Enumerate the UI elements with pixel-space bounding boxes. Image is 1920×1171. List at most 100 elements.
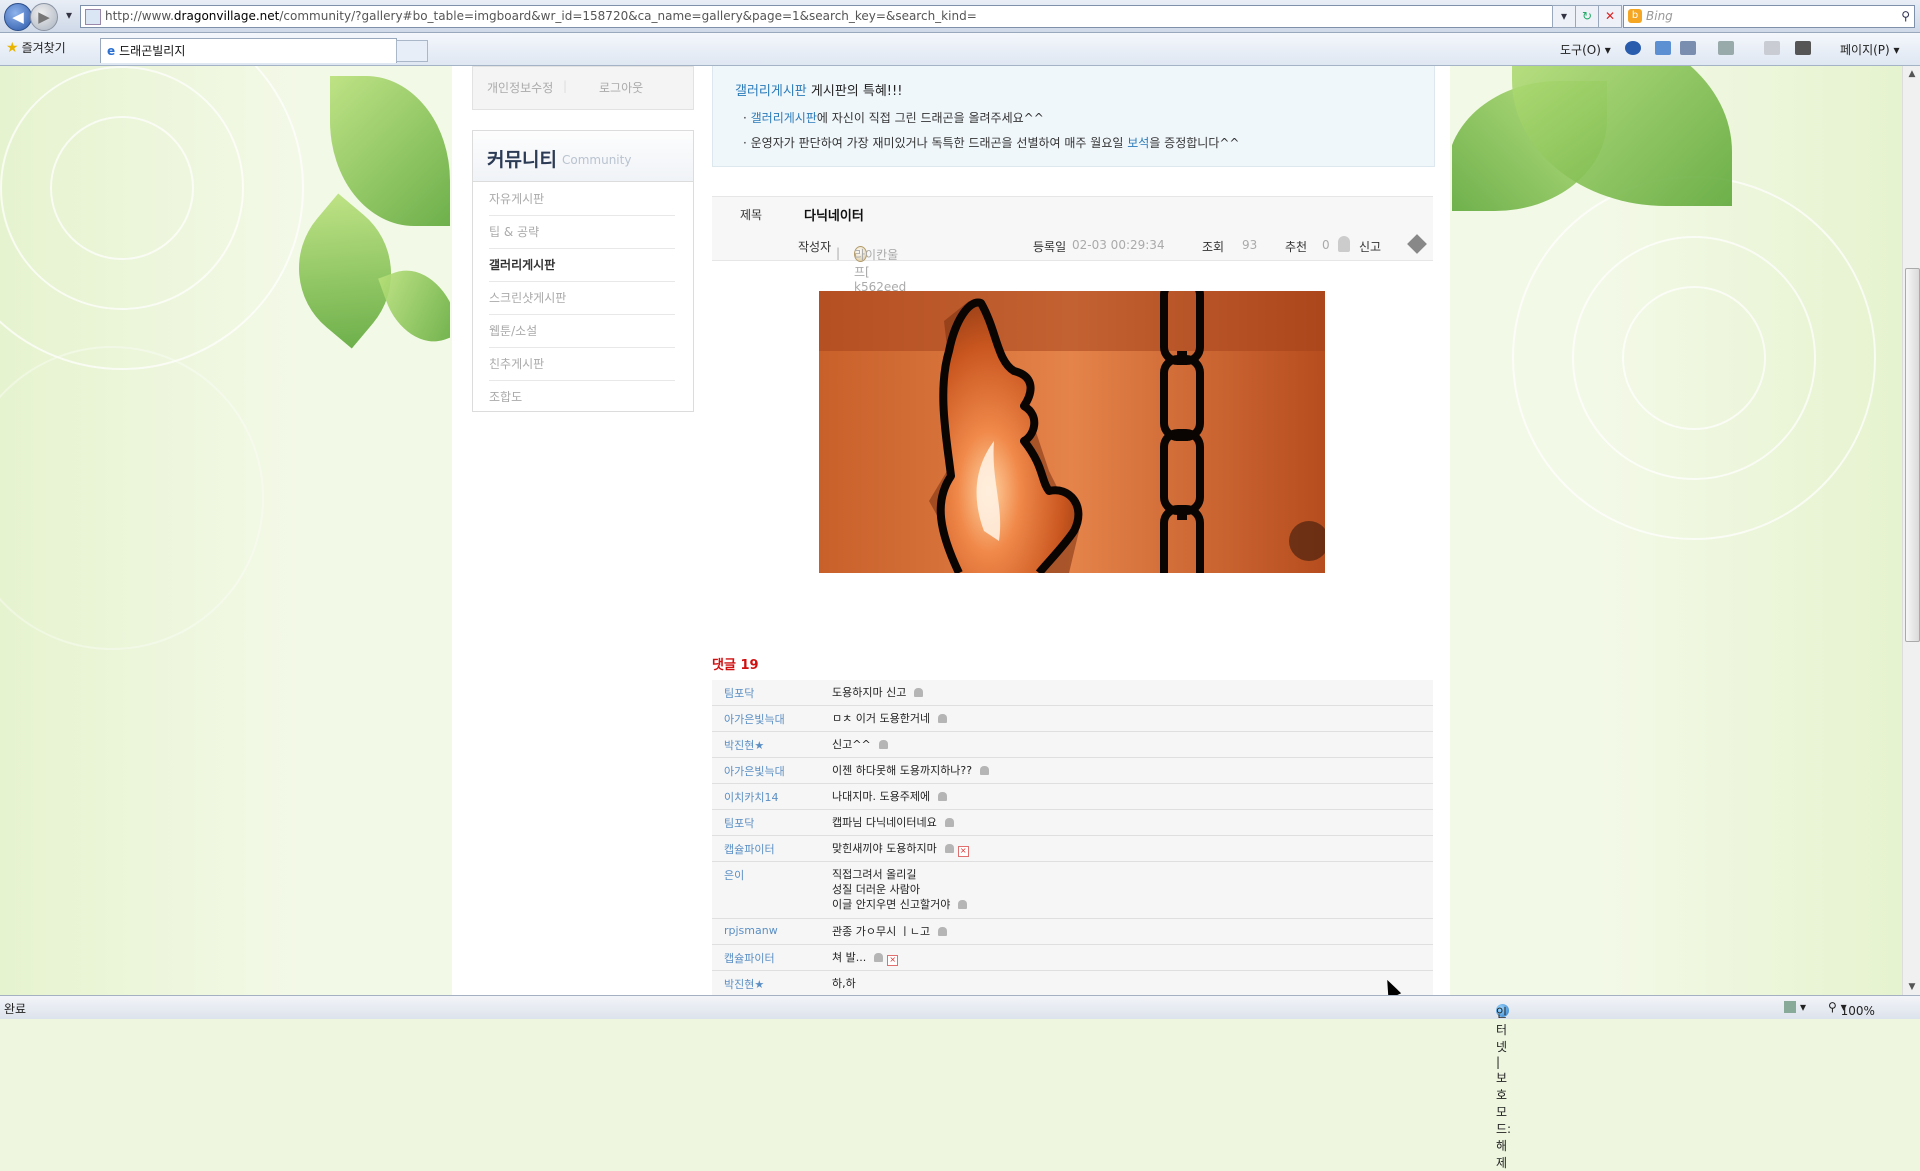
comment-author[interactable]: 팀포닥	[724, 685, 754, 701]
research-icon[interactable]	[1655, 41, 1671, 55]
comment-author[interactable]: 캡슐파이터	[724, 841, 775, 857]
report-button[interactable]: 신고	[1359, 238, 1381, 255]
divider: |	[563, 79, 568, 93]
logout-link[interactable]: 로그아웃	[599, 79, 643, 96]
bell-icon[interactable]	[878, 740, 888, 749]
sidebar-item-free-board[interactable]: 자유게시판	[489, 183, 675, 216]
favorites-button[interactable]: ★ 즐겨찾기	[6, 39, 66, 56]
comment-author[interactable]: 캡슐파이터	[724, 950, 775, 966]
safety-icon[interactable]	[1680, 41, 1696, 55]
popup-blocker-icon[interactable]	[1784, 1001, 1796, 1013]
comment-row: 팀포닥 도용하지마 신고	[712, 680, 1433, 706]
user-links: 개인정보수정 | 로그아웃	[472, 66, 694, 110]
post-date: 02-03 00:29:34	[1072, 238, 1165, 252]
comment-author[interactable]: 팀포닥	[724, 815, 754, 831]
comment-text: 직접그려서 올리길 성질 더러운 사람아 이글 안지우면 신고할거야	[832, 867, 968, 912]
dragon-drawing-image	[819, 291, 1325, 573]
search-input[interactable]: b Bing ⚲	[1623, 5, 1915, 28]
notice-gem-link[interactable]: 보석	[1127, 136, 1149, 150]
comment-row: 아가은빛늑대 이젠 하다못해 도용까지하나??	[712, 758, 1433, 784]
new-tab-button[interactable]	[396, 40, 428, 62]
thumbs-up-icon[interactable]	[1338, 236, 1350, 252]
comment-text: 도용하지마 신고	[832, 685, 924, 700]
help-icon[interactable]	[1625, 41, 1641, 55]
bell-icon[interactable]	[938, 714, 948, 723]
community-heading: 커뮤니티 Community	[473, 131, 693, 182]
comment-count: 댓글 19	[712, 658, 759, 673]
back-button[interactable]: ◀	[4, 3, 32, 31]
sidebar-item-friends[interactable]: 친추게시판	[489, 348, 675, 381]
delete-icon[interactable]: ×	[957, 846, 969, 857]
page-viewport: 개인정보수정 | 로그아웃 커뮤니티 Community 자유게시판 팁 & 공…	[0, 66, 1902, 995]
notice-line-1: · 갤러리게시판에 자신이 직접 그린 드래곤을 올려주세요^^	[743, 111, 1044, 125]
tools-menu[interactable]: 도구(O) ▾	[1560, 41, 1611, 58]
page-scrollbar[interactable]: ▲ ▼	[1902, 66, 1920, 995]
sidebar-item-screenshot[interactable]: 스크린샷게시판	[489, 282, 675, 315]
url-dropdown-icon[interactable]: ▾	[1552, 5, 1576, 28]
zoom-control[interactable]: ⚲ 100% ▾	[1828, 1000, 1875, 1018]
bing-logo-icon: b	[1628, 9, 1642, 23]
bell-icon[interactable]	[980, 766, 990, 775]
scroll-thumb[interactable]	[1905, 268, 1920, 642]
scroll-up-icon[interactable]: ▲	[1903, 66, 1920, 82]
url-input[interactable]: http://www.dragonvillage.net/community/?…	[80, 5, 1557, 28]
delete-icon[interactable]: ×	[887, 955, 899, 966]
bell-icon[interactable]	[944, 844, 954, 853]
edit-profile-link[interactable]: 개인정보수정	[487, 79, 553, 96]
sidebar-item-combination[interactable]: 조합도	[489, 381, 675, 413]
mail-icon[interactable]	[1764, 41, 1780, 55]
comment-text: 쳐 발... ×	[832, 950, 899, 966]
bell-icon[interactable]	[914, 688, 924, 697]
forward-button[interactable]: ▶	[30, 3, 58, 31]
comment-row: rpjsmanw 관종 가ㅇ무시 ㅣㄴ고	[712, 919, 1433, 945]
background-decoration-right	[1452, 66, 1902, 995]
date-label: 등록일	[1033, 240, 1067, 254]
comment-author[interactable]: 아가은빛늑대	[724, 763, 785, 779]
print-icon[interactable]	[1795, 41, 1811, 55]
comment-list: 팀포닥 도용하지마 신고 아가은빛늑대 ㅁㅊ 이거 도용한거네 박진현★ 신고^…	[712, 680, 1433, 995]
comment-author[interactable]: 이치카치14	[724, 789, 778, 805]
sidebar-item-gallery[interactable]: 갤러리게시판	[489, 249, 675, 282]
refresh-icon[interactable]: ↻	[1575, 5, 1599, 28]
protected-dropdown-icon[interactable]: ▾	[1800, 1000, 1806, 1014]
gallery-notice: 갤러리게시판 게시판의 특혜!!! · 갤러리게시판에 자신이 직접 그린 드래…	[712, 66, 1435, 167]
comment-row: 박진현★ 하,하	[712, 971, 1433, 995]
comment-row: 은이 직접그려서 올리길 성질 더러운 사람아 이글 안지우면 신고할거야	[712, 862, 1433, 919]
notice-line-2: · 운영자가 판단하여 가장 재미있거나 독특한 드래곤을 선별하여 매주 월요…	[743, 136, 1240, 150]
bell-icon[interactable]	[938, 927, 948, 936]
history-dropdown-icon[interactable]: ▾	[58, 5, 80, 26]
comment-author[interactable]: 박진현★	[724, 976, 764, 992]
comment-author[interactable]: 박진현★	[724, 737, 764, 753]
comment-text: 이젠 하다못해 도용까지하나??	[832, 763, 990, 778]
post-title-row: 제목 다닉네이터	[712, 196, 1433, 231]
comment-author[interactable]: rpjsmanw	[724, 924, 778, 937]
comment-text: 관종 가ㅇ무시 ㅣㄴ고	[832, 924, 948, 939]
feeds-icon[interactable]	[1718, 41, 1734, 55]
tab-toolbar: ★ 즐겨찾기 e 드래곤빌리지 도구(O) ▾ 페이지(P) ▾	[0, 33, 1920, 66]
favorites-star-icon: ★	[6, 40, 19, 56]
author-label: 작성자	[798, 240, 832, 254]
scroll-down-icon[interactable]: ▼	[1903, 979, 1920, 995]
comment-author[interactable]: 은이	[724, 867, 744, 883]
comment-text: 신고^^	[832, 737, 888, 752]
views-label: 조회	[1202, 240, 1225, 254]
comment-row: 팀포닥 캡파님 다닉네이터네요	[712, 810, 1433, 836]
status-text: 완료	[4, 1002, 27, 1016]
notice-line1-link[interactable]: 갤러리게시판	[751, 111, 817, 125]
ie-icon: e	[107, 44, 116, 58]
notice-gallery-link[interactable]: 갤러리게시판	[735, 84, 807, 99]
comment-row: 아가은빛늑대 ㅁㅊ 이거 도용한거네	[712, 706, 1433, 732]
search-icon[interactable]: ⚲	[1901, 6, 1910, 27]
bell-icon[interactable]	[938, 792, 948, 801]
bell-icon[interactable]	[874, 953, 884, 962]
bell-icon[interactable]	[958, 900, 968, 909]
sidebar-item-webtoon[interactable]: 웹툰/소설	[489, 315, 675, 348]
tab-dragonvillage[interactable]: e 드래곤빌리지	[100, 38, 397, 63]
status-bar: 완료 인터넷 | 보호 모드: 해제 ▾ ⚲ 100% ▾	[0, 995, 1920, 1170]
bell-icon[interactable]	[944, 818, 954, 827]
sidebar-item-tips[interactable]: 팁 & 공략	[489, 216, 675, 249]
page-menu[interactable]: 페이지(P) ▾	[1840, 41, 1900, 58]
link-icon[interactable]	[1407, 234, 1427, 254]
comment-author[interactable]: 아가은빛늑대	[724, 711, 785, 727]
stop-icon[interactable]: ✕	[1598, 5, 1622, 28]
